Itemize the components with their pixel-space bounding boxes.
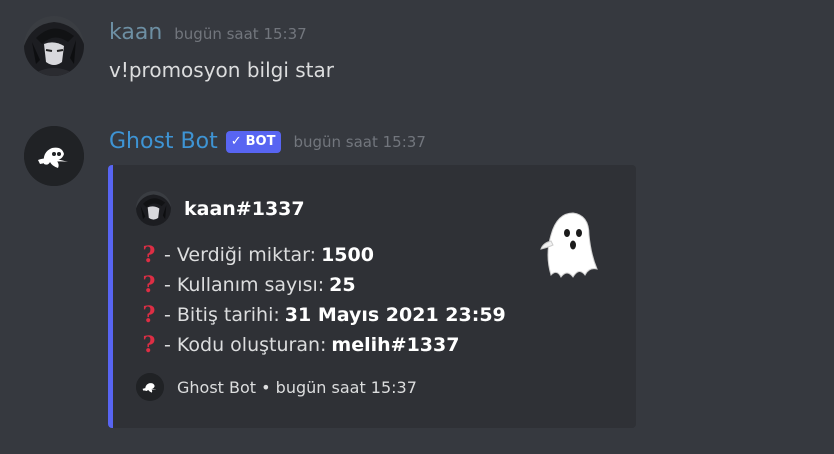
field-label: - Verdiği miktar: xyxy=(164,244,317,266)
anime-avatar-icon xyxy=(136,191,171,226)
anime-avatar-icon xyxy=(24,16,84,76)
embed-author-avatar xyxy=(136,191,171,226)
field-value: melih#1337 xyxy=(331,334,460,356)
bot-avatar[interactable] xyxy=(24,126,84,186)
timestamp: bugün saat 15:37 xyxy=(293,132,426,151)
question-mark-icon: ? xyxy=(142,242,156,268)
footer-icon xyxy=(136,373,164,401)
field-label: - Kullanım sayısı: xyxy=(164,274,325,296)
bot-tag-label: BOT xyxy=(245,134,276,149)
message-content: v!promosyon bilgi star xyxy=(109,58,334,82)
embed-field: ? - Kullanım sayısı: 25 xyxy=(140,270,506,300)
username[interactable]: Ghost Bot xyxy=(109,129,218,154)
message-kaan: kaan bugün saat 15:37 v!promosyon bilgi … xyxy=(0,0,834,100)
message-ghost-bot: Ghost Bot ✓ BOT bugün saat 15:37 kaan#13… xyxy=(0,110,834,454)
embed-thumbnail[interactable] xyxy=(529,205,609,285)
field-value: 25 xyxy=(329,274,356,296)
ghost-bot-logo-icon xyxy=(136,373,164,401)
embed: kaan#1337 ? - Verdiği miktar: 1500 ? - K… xyxy=(108,165,636,428)
message-header: kaan bugün saat 15:37 xyxy=(109,20,307,45)
embed-field: ? - Bitiş tarihi: 31 Mayıs 2021 23:59 xyxy=(140,300,506,330)
embed-fields: ? - Verdiği miktar: 1500 ? - Kullanım sa… xyxy=(140,240,506,360)
field-label: - Bitiş tarihi: xyxy=(164,304,280,326)
timestamp: bugün saat 15:37 xyxy=(174,25,307,43)
embed-field: ? - Verdiği miktar: 1500 xyxy=(140,240,506,270)
embed-author-name: kaan#1337 xyxy=(184,197,305,220)
question-mark-icon: ? xyxy=(142,272,156,298)
embed-author: kaan#1337 xyxy=(136,191,305,226)
embed-field: ? - Kodu oluşturan: melih#1337 xyxy=(140,330,506,360)
question-mark-icon: ? xyxy=(142,332,156,358)
footer-text: Ghost Bot • bugün saat 15:37 xyxy=(177,377,417,397)
embed-footer: Ghost Bot • bugün saat 15:37 xyxy=(136,373,417,401)
message-header: Ghost Bot ✓ BOT bugün saat 15:37 xyxy=(109,129,426,154)
field-value: 1500 xyxy=(321,244,374,266)
ghost-bot-logo-icon xyxy=(24,126,84,186)
question-mark-icon: ? xyxy=(142,302,156,328)
bot-tag: ✓ BOT xyxy=(225,130,282,153)
username[interactable]: kaan xyxy=(109,20,162,45)
user-avatar[interactable] xyxy=(24,16,84,76)
verified-check-icon: ✓ xyxy=(230,134,242,149)
ghost-icon xyxy=(540,212,598,278)
chat-messages: kaan bugün saat 15:37 v!promosyon bilgi … xyxy=(0,0,834,454)
field-label: - Kodu oluşturan: xyxy=(164,334,327,356)
field-value: 31 Mayıs 2021 23:59 xyxy=(284,304,506,326)
